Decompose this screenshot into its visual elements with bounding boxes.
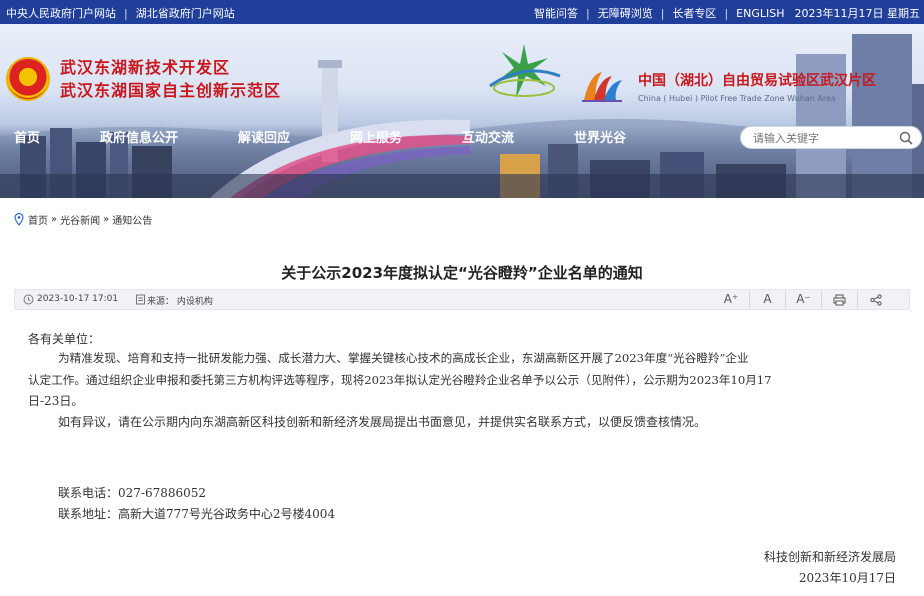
- font-increase-button[interactable]: A⁺: [713, 291, 749, 308]
- article-source: 来源： 内设机构: [147, 297, 213, 307]
- paragraph-1-line-2: 认定工作。通过组织企业申报和委托第三方机构评选等程序，现将2023年拟认定光谷瞪…: [28, 373, 772, 387]
- nav-item-home[interactable]: 首页: [14, 127, 40, 146]
- pilot-ftz-name: 中国（湖北）自由贸易试验区武汉片区 China ( Hubei ) Pilot …: [638, 70, 876, 103]
- national-emblem-icon: [6, 57, 50, 101]
- print-button[interactable]: [821, 291, 857, 308]
- link-elderly[interactable]: 长者专区: [672, 5, 716, 21]
- divider: |: [724, 6, 729, 20]
- nav-item-online-service[interactable]: 网上服务: [350, 127, 402, 146]
- link-accessibility[interactable]: 无障碍浏览: [598, 5, 653, 21]
- nav-item-world-optics-valley[interactable]: 世界光谷: [574, 127, 626, 146]
- contact-phone: 联系电话：027-67886052: [58, 486, 207, 500]
- nav-item-interpretation[interactable]: 解读回应: [238, 127, 290, 146]
- breadcrumb-optics-valley-news[interactable]: 光谷新闻: [60, 212, 100, 227]
- link-central-gov[interactable]: 中央人民政府门户网站: [6, 5, 116, 21]
- site-brand[interactable]: 武汉东湖新技术开发区 武汉东湖国家自主创新示范区: [6, 56, 281, 102]
- breadcrumb: 首页 » 光谷新闻 » 通知公告: [14, 212, 155, 227]
- breadcrumb-separator: »: [51, 214, 58, 225]
- paragraph-1-line-3: 日-23日。: [28, 394, 84, 408]
- breadcrumb-notices[interactable]: 通知公告: [112, 212, 152, 227]
- top-bar-left: 中央人民政府门户网站 | 湖北省政府门户网站: [6, 5, 235, 21]
- site-name: 武汉东湖新技术开发区 武汉东湖国家自主创新示范区: [60, 56, 281, 102]
- divider: |: [124, 6, 128, 20]
- sign-date: 2023年10月17日: [798, 571, 896, 585]
- search-icon[interactable]: [899, 131, 913, 145]
- top-bar-right: 智能问答 | 无障碍浏览 | 长者专区 | ENGLISH 2023年11月17…: [534, 5, 920, 21]
- link-hubei-gov[interactable]: 湖北省政府门户网站: [136, 5, 235, 21]
- breadcrumb-separator: »: [103, 214, 110, 225]
- divider: |: [586, 6, 590, 20]
- ftz-name-cn: 中国（湖北）自由贸易试验区武汉片区: [638, 73, 876, 89]
- printer-icon: [833, 294, 846, 305]
- nav-item-interaction[interactable]: 互动交流: [462, 127, 514, 146]
- share-button[interactable]: [857, 291, 893, 308]
- header-banner: 武汉东湖新技术开发区 武汉东湖国家自主创新示范区 中国（湖北）自由贸易试验区武汉…: [0, 24, 924, 198]
- search-box: [740, 126, 922, 149]
- location-pin-icon: [14, 213, 24, 226]
- contact-address: 联系地址：高新大道777号光谷政务中心2号楼4004: [58, 507, 336, 521]
- ftz-name-en: China ( Hubei ) Pilot Free Trade Zone Wu…: [638, 94, 836, 103]
- source-icon: [136, 294, 145, 305]
- nav-item-gov-info[interactable]: 政府信息公开: [100, 127, 178, 146]
- link-smart-qa[interactable]: 智能问答: [534, 5, 578, 21]
- share-icon: [869, 293, 882, 306]
- breadcrumb-home[interactable]: 首页: [28, 212, 48, 227]
- current-date: 2023年11月17日 星期五: [794, 7, 921, 20]
- org-name-line2: 武汉东湖国家自主创新示范区: [60, 81, 282, 100]
- font-decrease-button[interactable]: A⁻: [785, 291, 821, 308]
- optics-valley-logo-icon: [489, 44, 561, 98]
- search-input[interactable]: [753, 128, 903, 149]
- font-default-button[interactable]: A: [749, 291, 785, 308]
- salutation: 各有关单位：: [28, 332, 101, 346]
- city-skyline-image: [0, 34, 924, 198]
- link-english[interactable]: ENGLISH: [736, 7, 784, 20]
- paragraph-1-line-1: 为精准发现、培育和支持一批研发能力强、成长潜力大、掌握关键核心技术的高成长企业，…: [58, 351, 749, 365]
- article-title: 关于公示2023年度拟认定“光谷瞪羚”企业名单的通知: [281, 264, 643, 282]
- org-name-line1: 武汉东湖新技术开发区: [60, 58, 231, 77]
- divider: |: [660, 6, 665, 20]
- article-tools: A⁺ A A⁻: [713, 291, 893, 308]
- pilot-ftz-logo-icon: [582, 72, 622, 102]
- signer: 科技创新和新经济发展局: [763, 550, 896, 564]
- publish-date: 2023-10-17 17:01: [37, 294, 119, 304]
- article-meta-bar: 2023-10-17 17:01 来源： 内设机构 A⁺ A A⁻: [14, 289, 910, 310]
- clock-icon: [23, 294, 34, 305]
- top-bar: 中央人民政府门户网站 | 湖北省政府门户网站 智能问答 | 无障碍浏览 | 长者…: [0, 0, 924, 24]
- paragraph-2: 如有异议，请在公示期内向东湖高新区科技创新和新经济发展局提出书面意见，并提供实名…: [58, 415, 707, 429]
